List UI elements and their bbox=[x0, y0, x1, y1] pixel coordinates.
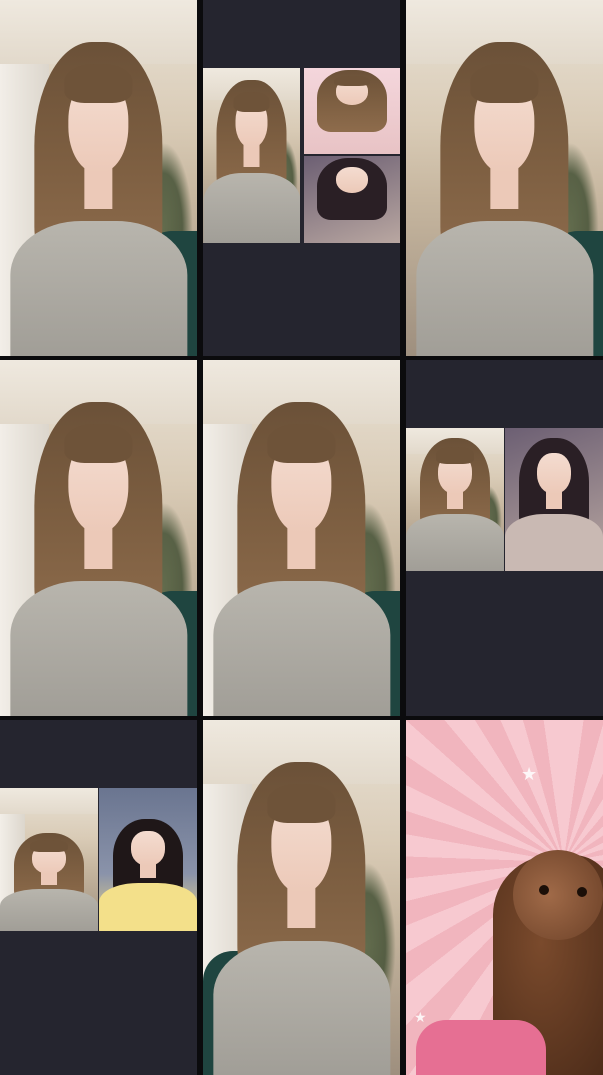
streamer-avatar bbox=[406, 435, 504, 571]
video-tile-4[interactable] bbox=[0, 360, 197, 716]
streamer-avatar bbox=[212, 396, 391, 716]
guest-avatar bbox=[505, 435, 603, 571]
streamer-avatar bbox=[203, 77, 300, 243]
sparkle-icon: ★ bbox=[521, 764, 538, 785]
video-tile-7[interactable] bbox=[0, 720, 197, 1075]
streamer-avatar bbox=[9, 36, 188, 356]
feed-main[interactable] bbox=[406, 428, 504, 571]
guest-avatar bbox=[99, 817, 197, 931]
feed-guest-1[interactable] bbox=[304, 68, 400, 154]
video-tile-6[interactable] bbox=[406, 360, 603, 716]
streamer-avatar bbox=[9, 396, 188, 716]
monkey-face bbox=[513, 850, 603, 940]
feed-main[interactable] bbox=[203, 68, 300, 243]
streamer-avatar bbox=[415, 36, 594, 356]
feed-guest[interactable] bbox=[505, 428, 603, 571]
video-tile-8[interactable] bbox=[203, 720, 400, 1075]
streamer-avatar bbox=[0, 831, 98, 931]
feed-main[interactable] bbox=[0, 788, 98, 931]
video-tile-5[interactable] bbox=[203, 360, 400, 716]
feed-guest[interactable] bbox=[99, 788, 197, 931]
guest-avatar bbox=[304, 156, 400, 243]
video-tile-2[interactable] bbox=[203, 0, 400, 356]
sparkle-icon: ★ bbox=[414, 1010, 427, 1026]
streamer-avatar bbox=[212, 756, 391, 1075]
feed-guest-2[interactable] bbox=[304, 156, 400, 243]
video-tile-3[interactable] bbox=[406, 0, 603, 356]
video-grid: ★ ★ bbox=[0, 0, 603, 1075]
video-tile-1[interactable] bbox=[0, 0, 197, 356]
guest-avatar bbox=[304, 68, 400, 154]
video-tile-9[interactable]: ★ ★ bbox=[406, 720, 603, 1075]
pink-clothing bbox=[416, 1020, 546, 1075]
